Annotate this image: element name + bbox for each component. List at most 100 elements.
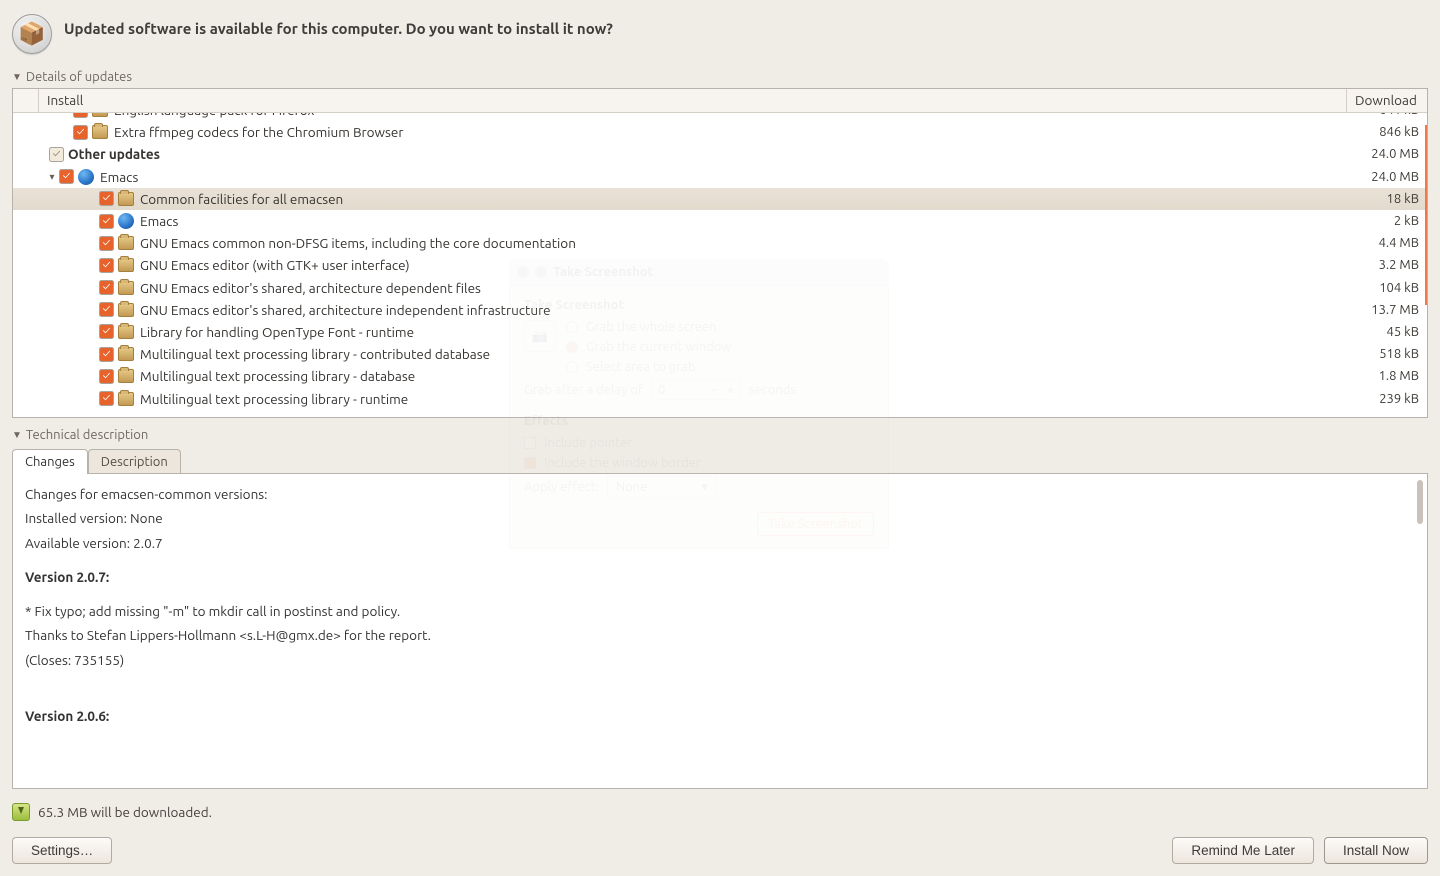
update-label: GNU Emacs editor (with GTK+ user interfa… [140, 257, 410, 273]
update-row[interactable]: ✓ Library for handling OpenType Font - ru… [13, 321, 1425, 343]
update-label: Multilingual text processing library - c… [140, 346, 490, 362]
description-scrollbar[interactable] [1417, 480, 1423, 524]
package-icon [92, 113, 108, 117]
update-size: 1.8 MB [1379, 369, 1419, 383]
update-size: 239 kB [1379, 392, 1419, 406]
changes-line: * Fix typo; add missing "-m" to mkdir ca… [25, 601, 1415, 621]
remind-later-button[interactable]: Remind Me Later [1172, 837, 1314, 864]
update-size: 641 kB [1379, 113, 1419, 117]
changes-version: Version 2.0.6: [25, 706, 1415, 726]
update-label: Other updates [68, 146, 160, 162]
col-install[interactable]: Install [39, 89, 1347, 112]
changes-line: Installed version: None [25, 508, 1415, 528]
update-size: 2 kB [1394, 214, 1419, 228]
update-size: 45 kB [1387, 325, 1419, 339]
update-label: GNU Emacs editor's shared, architecture … [140, 302, 551, 318]
changes-version: Version 2.0.7: [25, 567, 1415, 587]
update-size: 846 kB [1379, 125, 1419, 139]
update-checkbox[interactable]: ✓ [99, 347, 114, 362]
settings-button[interactable]: Settings… [12, 837, 112, 864]
update-checkbox[interactable]: ✓ [73, 125, 88, 140]
package-icon [118, 347, 134, 361]
changes-line: Thanks to Stefan Lippers-Hollmann <s.L-H… [25, 625, 1415, 645]
update-row[interactable]: ✓ Extra ffmpeg codecs for the Chromium Br… [13, 121, 1425, 143]
update-row[interactable]: ✓ GNU Emacs editor's shared, architecture… [13, 299, 1425, 321]
update-size: 13.7 MB [1371, 303, 1419, 317]
package-icon [118, 258, 134, 272]
update-checkbox[interactable]: ✓ [99, 369, 114, 384]
update-size: 518 kB [1379, 347, 1419, 361]
update-size: 4.4 MB [1379, 236, 1419, 250]
tab-changes[interactable]: Changes [12, 449, 88, 474]
package-icon [92, 125, 108, 139]
package-icon [118, 192, 134, 206]
update-label: English language pack for Firefox [114, 113, 314, 118]
update-checkbox[interactable]: ✓ [99, 280, 114, 295]
update-row[interactable]: ✓ Multilingual text processing library - … [13, 343, 1425, 365]
update-checkbox[interactable]: ✓ [99, 302, 114, 317]
window-title: Updated software is available for this c… [64, 14, 613, 37]
updates-tree: Install Download ✓ English language pack … [12, 88, 1428, 418]
app-globe-icon [78, 169, 94, 185]
package-icon [118, 392, 134, 406]
software-updater-icon: 📦 [12, 14, 52, 54]
update-row[interactable]: ✓ GNU Emacs editor (with GTK+ user interf… [13, 254, 1425, 276]
changes-line: Available version: 2.0.7 [25, 533, 1415, 553]
package-icon [118, 325, 134, 339]
update-label: GNU Emacs common non-DFSG items, includi… [140, 235, 576, 251]
update-row[interactable]: ✓ GNU Emacs editor's shared, architecture… [13, 277, 1425, 299]
update-size: 24.0 MB [1371, 170, 1419, 184]
package-icon [118, 281, 134, 295]
update-row[interactable]: ✓ Common facilities for all emacsen 18 kB [13, 188, 1425, 210]
update-size: 18 kB [1387, 192, 1419, 206]
update-checkbox[interactable]: ✓ [99, 214, 114, 229]
update-row[interactable]: ✓ Other updates 24.0 MB [13, 143, 1425, 165]
tab-description[interactable]: Description [88, 449, 181, 474]
tech-disclosure[interactable]: ▼ Technical description [12, 426, 1428, 446]
install-now-button[interactable]: Install Now [1324, 837, 1428, 864]
tree-scrollbar[interactable] [1425, 113, 1427, 417]
update-size: 104 kB [1379, 281, 1419, 295]
update-checkbox[interactable]: ✓ [99, 236, 114, 251]
update-row[interactable]: ✓ Multilingual text processing library - … [13, 387, 1425, 409]
update-label: Multilingual text processing library - d… [140, 368, 415, 384]
col-download[interactable]: Download [1347, 89, 1427, 112]
tree-header: Install Download [13, 89, 1427, 113]
expand-toggle[interactable]: ▾ [45, 171, 59, 183]
update-row[interactable]: ▾✓ Emacs 24.0 MB [13, 166, 1425, 188]
chevron-down-icon: ▼ [12, 71, 22, 83]
app-globe-icon [118, 213, 134, 229]
update-checkbox[interactable]: ✓ [49, 147, 64, 162]
tech-label: Technical description [26, 428, 148, 442]
update-size: 24.0 MB [1371, 147, 1419, 161]
update-size: 3.2 MB [1379, 258, 1419, 272]
update-row[interactable]: ✓ GNU Emacs common non-DFSG items, includ… [13, 232, 1425, 254]
package-icon [118, 303, 134, 317]
update-row[interactable]: ✓ Emacs 2 kB [13, 210, 1425, 232]
details-disclosure[interactable]: ▼ Details of updates [12, 68, 1428, 88]
update-checkbox[interactable]: ✓ [99, 191, 114, 206]
package-icon [118, 236, 134, 250]
update-label: Emacs [100, 169, 138, 185]
update-checkbox[interactable]: ✓ [99, 324, 114, 339]
update-label: Extra ffmpeg codecs for the Chromium Bro… [114, 124, 403, 140]
box-glyph-icon: 📦 [18, 21, 45, 47]
update-row[interactable]: ✓ English language pack for Firefox 641 kB [13, 113, 1425, 121]
col-checkbox[interactable] [13, 89, 39, 112]
footer-download-size: 65.3 MB will be downloaded. [38, 804, 212, 820]
details-label: Details of updates [26, 70, 132, 84]
update-row[interactable]: ✓ Multilingual text processing library - … [13, 365, 1425, 387]
update-checkbox[interactable]: ✓ [99, 258, 114, 273]
update-checkbox[interactable]: ✓ [73, 113, 88, 118]
changes-text: Changes for emacsen-common versions: Ins… [12, 473, 1428, 789]
update-checkbox[interactable]: ✓ [59, 169, 74, 184]
update-label: Library for handling OpenType Font - run… [140, 324, 414, 340]
package-icon [118, 369, 134, 383]
download-icon [12, 803, 30, 821]
update-label: Multilingual text processing library - r… [140, 391, 408, 407]
update-label: GNU Emacs editor's shared, architecture … [140, 280, 481, 296]
update-checkbox[interactable]: ✓ [99, 391, 114, 406]
update-label: Common facilities for all emacsen [140, 191, 343, 207]
changes-line: Changes for emacsen-common versions: [25, 484, 1415, 504]
update-label: Emacs [140, 213, 178, 229]
